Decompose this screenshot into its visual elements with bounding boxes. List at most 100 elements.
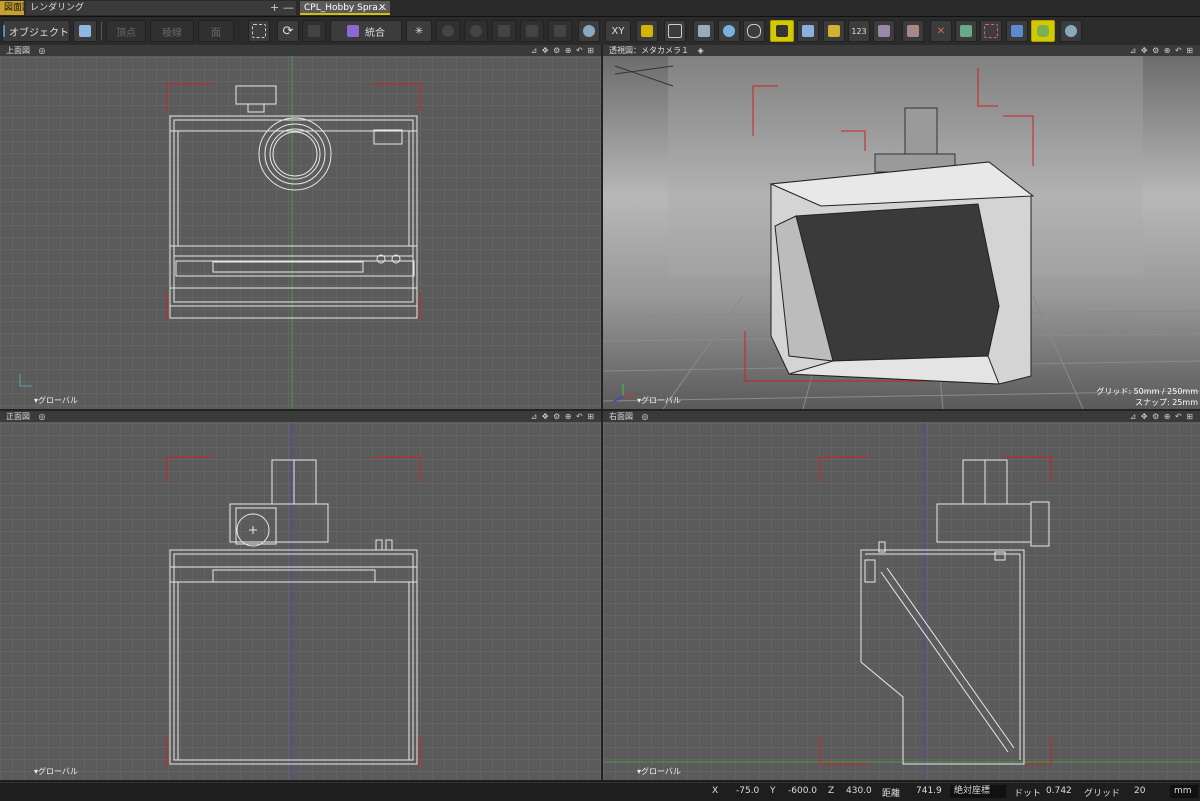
axis-icon bbox=[347, 25, 359, 37]
tool-button-5[interactable] bbox=[548, 20, 572, 42]
surface-toggle-button[interactable] bbox=[1031, 20, 1055, 42]
tool-button-3[interactable] bbox=[492, 20, 516, 42]
face-mode-button[interactable]: 面 bbox=[198, 20, 234, 42]
booth-top-wireframe bbox=[169, 85, 418, 319]
tool-button-1[interactable] bbox=[436, 20, 460, 42]
tab-drawing[interactable]: 図面図 bbox=[0, 1, 24, 15]
view-target-icon[interactable]: ◎ bbox=[642, 412, 649, 421]
tool-button-2[interactable] bbox=[464, 20, 488, 42]
tool-button-4[interactable] bbox=[520, 20, 544, 42]
quad-view-button[interactable] bbox=[636, 20, 658, 42]
xy-button[interactable]: XY bbox=[605, 20, 631, 42]
grid-value: 20 bbox=[1134, 786, 1146, 796]
head-button[interactable] bbox=[718, 20, 740, 42]
shape-button[interactable] bbox=[797, 20, 819, 42]
viewport-right[interactable]: 右面図 ◎ ⊿ ✥ ⚙ ⊕ ↶ ⊞ ▾グローバル bbox=[603, 411, 1200, 780]
axis-w-icon: ✳ bbox=[414, 25, 424, 37]
circle-icon bbox=[442, 25, 454, 37]
wireframe-icon bbox=[776, 25, 788, 37]
edge-mode-label: 稜線 bbox=[162, 27, 182, 39]
circle-icon bbox=[470, 25, 482, 37]
camera-button[interactable] bbox=[73, 20, 97, 42]
minimize-tab-button[interactable]: — bbox=[283, 1, 294, 15]
viewport-controls[interactable]: ⊿ ✥ ⚙ ⊕ ↶ ⊞ bbox=[531, 45, 595, 56]
render-button[interactable] bbox=[1060, 20, 1082, 42]
viewport-right-title: 右面図 bbox=[609, 412, 633, 421]
object-mode-button[interactable]: オブジェクト bbox=[2, 20, 70, 42]
view-target-icon[interactable]: ◎ bbox=[39, 412, 46, 421]
toolbar-separator bbox=[101, 22, 102, 40]
grid-info-label: グリッド: 50mm / 250mm bbox=[1096, 387, 1198, 396]
add-tab-button[interactable]: + bbox=[270, 1, 279, 15]
grid-label: グリッド bbox=[1084, 789, 1121, 799]
grid-view-button[interactable] bbox=[664, 20, 686, 42]
sphere-icon bbox=[583, 25, 595, 37]
table-button[interactable] bbox=[693, 20, 715, 42]
tab-rendering[interactable]: レンダリング bbox=[26, 1, 296, 15]
edge-mode-button[interactable]: 稜線 bbox=[150, 20, 194, 42]
bounds-button[interactable] bbox=[980, 20, 1002, 42]
z-label: Z bbox=[828, 786, 835, 796]
viewport-perspective-footer[interactable]: ▾グローバル bbox=[637, 395, 681, 406]
shade-button[interactable] bbox=[823, 20, 845, 42]
tool-icon bbox=[498, 25, 510, 37]
tool-icon bbox=[554, 25, 566, 37]
numbers-button[interactable]: 123 bbox=[848, 20, 870, 42]
table-icon bbox=[698, 25, 710, 37]
wireframe-toggle-button[interactable] bbox=[770, 20, 794, 42]
view-target-icon[interactable]: ◎ bbox=[39, 46, 46, 55]
grid-icon bbox=[668, 24, 682, 38]
y-label: Y bbox=[770, 786, 776, 796]
camera-icon bbox=[79, 25, 91, 37]
x-value: -75.0 bbox=[736, 786, 760, 796]
dot-label: ドット bbox=[1014, 789, 1042, 799]
disabled-tool-button[interactable] bbox=[302, 20, 326, 42]
selection-button[interactable] bbox=[248, 20, 270, 42]
unit-select[interactable]: mm bbox=[1170, 785, 1198, 798]
top-view-drawing bbox=[19, 56, 421, 409]
render-sphere-icon bbox=[1065, 25, 1077, 37]
head-icon bbox=[723, 25, 735, 37]
merge-button[interactable]: 統合 bbox=[330, 20, 402, 42]
link-button[interactable] bbox=[743, 20, 765, 42]
rotate-icon: ⟳ bbox=[282, 23, 294, 39]
close-tab-icon[interactable]: ✕ bbox=[378, 1, 386, 13]
undo-button[interactable]: ⟳ bbox=[277, 20, 299, 42]
viewport-controls[interactable]: ⊿ ✥ ⚙ ⊕ ↶ ⊞ bbox=[1130, 411, 1194, 422]
viewport-top-title: 上面図 bbox=[6, 46, 30, 55]
viewport-front-footer[interactable]: ▾グローバル bbox=[34, 766, 78, 777]
world-axis-button[interactable]: ✳ bbox=[406, 20, 432, 42]
tab-document[interactable]: CPL_Hobby Spra… ✕ bbox=[300, 1, 390, 15]
duct-pipe bbox=[904, 107, 938, 159]
shapes-icon bbox=[802, 25, 814, 37]
quad-view-icon bbox=[641, 25, 653, 37]
camera-cube-icon[interactable]: ◈ bbox=[698, 46, 704, 55]
viewport-controls[interactable]: ⊿ ✥ ⚙ ⊕ ↶ ⊞ bbox=[531, 411, 595, 422]
bounds-icon bbox=[984, 24, 998, 38]
coordinate-mode-select[interactable]: 絶対座標 bbox=[950, 785, 1006, 798]
pivot-button[interactable] bbox=[955, 20, 977, 42]
sphere-button[interactable] bbox=[578, 20, 600, 42]
viewport-front[interactable]: 正面図 ◎ ⊿ ✥ ⚙ ⊕ ↶ ⊞ ▾グローバル bbox=[0, 411, 601, 780]
axis-gizmo bbox=[19, 374, 32, 387]
viewport-top-footer[interactable]: ▾グローバル bbox=[34, 395, 78, 406]
texture-button[interactable] bbox=[873, 20, 895, 42]
booth-front-wireframe bbox=[169, 459, 418, 765]
viewport-top[interactable]: 上面図 ◎ ⊿ ✥ ⚙ ⊕ ↶ ⊞ ▾グローバル bbox=[0, 45, 601, 409]
light-button[interactable] bbox=[1006, 20, 1028, 42]
dot-value: 0.742 bbox=[1046, 786, 1072, 796]
viewport-right-footer[interactable]: ▾グローバル bbox=[637, 766, 681, 777]
bounding-markers bbox=[819, 456, 1052, 765]
right-view-drawing bbox=[603, 422, 1200, 780]
distance-label: 距離 bbox=[882, 789, 901, 799]
material-icon bbox=[907, 25, 919, 37]
viewport-perspective[interactable]: 透視図：メタカメラ１ ◈ ⊿ ✥ ⚙ ⊕ ↶ ⊞ グリッド: 50mm / 25… bbox=[603, 45, 1200, 409]
surface-icon bbox=[1037, 25, 1049, 37]
material-button[interactable] bbox=[902, 20, 924, 42]
bounding-markers bbox=[166, 83, 421, 319]
booth-side-wireframe bbox=[860, 459, 1050, 765]
viewport-top-header: 上面図 ◎ ⊿ ✥ ⚙ ⊕ ↶ ⊞ bbox=[0, 45, 601, 56]
viewport-controls[interactable]: ⊿ ✥ ⚙ ⊕ ↶ ⊞ bbox=[1130, 45, 1194, 56]
vertex-mode-button[interactable]: 頂点 bbox=[106, 20, 146, 42]
cross-button[interactable]: ✕ bbox=[930, 20, 952, 42]
